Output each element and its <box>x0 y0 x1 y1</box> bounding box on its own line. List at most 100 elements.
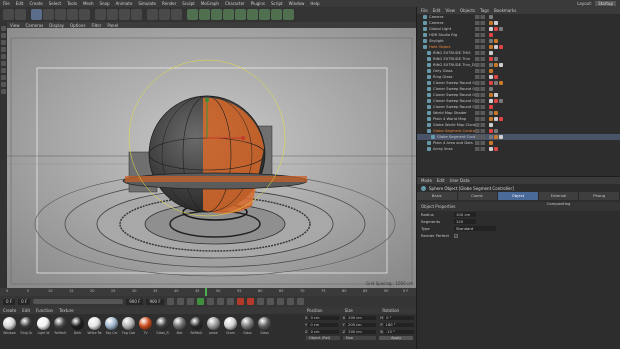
visibility-toggle[interactable] <box>475 21 485 25</box>
menu-file[interactable]: File <box>0 1 13 6</box>
size-z-field[interactable]: 200 cm <box>346 329 377 334</box>
position-z-field[interactable]: 0 cm <box>308 329 339 334</box>
scale-key-icon[interactable] <box>276 298 284 305</box>
menu-render[interactable]: Render <box>159 1 179 6</box>
material-swatch[interactable]: White Re <box>87 317 102 335</box>
menu-tools[interactable]: Tools <box>64 1 80 6</box>
coordinate-mode-dropdown[interactable]: Object (Rel) <box>306 336 340 340</box>
visibility-toggle[interactable] <box>475 69 485 73</box>
menu-create[interactable]: Create <box>26 1 45 6</box>
tag-icon[interactable] <box>494 93 498 97</box>
visibility-toggle[interactable] <box>475 105 485 109</box>
select-tool-icon[interactable] <box>31 9 42 20</box>
tag-icon[interactable] <box>499 117 503 121</box>
gizmo-x-handle[interactable] <box>241 136 245 140</box>
tag-icon[interactable] <box>494 99 498 103</box>
tag-icon[interactable] <box>489 27 493 31</box>
visibility-toggle[interactable] <box>475 141 485 145</box>
radius-field[interactable]: 100 cm <box>454 212 476 217</box>
material-swatch[interactable]: Reflecti <box>53 317 68 335</box>
rotate-tool-icon[interactable] <box>67 9 78 20</box>
rotation-b-field[interactable]: -13 ° <box>383 329 414 334</box>
apply-button[interactable]: Apply <box>379 336 414 340</box>
tag-icon[interactable] <box>494 129 498 133</box>
lock-workplane-icon[interactable] <box>1 89 6 94</box>
tag-icon[interactable] <box>489 63 493 67</box>
material-swatch[interactable]: Sky Cal <box>104 317 119 335</box>
render-perfect-checkbox[interactable]: ✓ <box>454 233 458 238</box>
size-mode-dropdown[interactable]: Size <box>342 336 377 340</box>
tag-icon[interactable] <box>489 147 493 151</box>
tag-icon[interactable] <box>494 21 498 25</box>
render-view-icon[interactable] <box>147 9 158 20</box>
tag-icon[interactable] <box>489 105 493 109</box>
material-swatch[interactable]: Glass <box>240 317 255 335</box>
material-menu-edit[interactable]: Edit <box>22 308 30 313</box>
attribute-menu-edit[interactable]: Edit <box>437 178 445 183</box>
size-y-field[interactable]: 200 cm <box>346 322 377 327</box>
objects-menu-edit[interactable]: Edit <box>433 8 441 13</box>
tab-coord[interactable]: Coord. <box>457 192 499 200</box>
viewport-menu-display[interactable]: Display <box>46 23 67 28</box>
visibility-toggle[interactable] <box>475 63 485 67</box>
material-swatch[interactable]: Mat <box>172 317 187 335</box>
position-x-field[interactable]: 0 cm <box>308 315 339 320</box>
tag-icon[interactable] <box>499 135 503 139</box>
tab-object[interactable]: Object <box>498 192 539 200</box>
objects-menu-view[interactable]: View <box>445 8 455 13</box>
material-swatch[interactable]: Light W <box>36 317 51 335</box>
material-swatch[interactable]: Fog Cab <box>121 317 136 335</box>
viewport-menu-view[interactable]: View <box>7 23 23 28</box>
material-menu-create[interactable]: Create <box>3 308 16 313</box>
tag-icon[interactable] <box>489 21 493 25</box>
visibility-toggle[interactable] <box>475 81 485 85</box>
mograph-cloner-icon[interactable] <box>235 9 246 20</box>
object-row[interactable]: Array lines <box>417 146 620 152</box>
frame-range-slider[interactable] <box>33 299 124 304</box>
viewport-menu-panel[interactable]: Panel <box>104 23 121 28</box>
next-frame-icon[interactable] <box>206 298 214 305</box>
parameter-key-icon[interactable] <box>296 298 304 305</box>
visibility-toggle[interactable] <box>475 33 485 37</box>
visibility-toggle[interactable] <box>475 99 485 103</box>
max-frame-field[interactable]: 900 F <box>146 298 164 305</box>
menu-mograph[interactable]: MoGraph <box>198 1 222 6</box>
previous-key-icon[interactable] <box>176 298 184 305</box>
array-icon[interactable] <box>223 9 234 20</box>
make-editable-icon[interactable] <box>1 26 6 31</box>
tag-icon[interactable] <box>489 87 493 91</box>
tag-icon[interactable] <box>494 147 498 151</box>
record-keys-icon[interactable] <box>236 298 244 305</box>
menu-select[interactable]: Select <box>46 1 64 6</box>
material-swatch[interactable]: Window <box>2 317 17 335</box>
snap-icon[interactable] <box>1 82 6 87</box>
menu-plugins[interactable]: Plugins <box>248 1 268 6</box>
tag-icon[interactable] <box>494 27 498 31</box>
visibility-toggle[interactable] <box>475 87 485 91</box>
menu-window[interactable]: Window <box>286 1 308 6</box>
keyframe-selection-icon[interactable] <box>256 298 264 305</box>
timeline-ruler[interactable]: 0 5 10 15 20 25 30 35 40 45 50 55 60 65 … <box>0 288 416 296</box>
tag-icon[interactable] <box>494 57 498 61</box>
tag-icon[interactable] <box>494 135 498 139</box>
tag-icon[interactable] <box>494 75 498 79</box>
material-swatch[interactable]: Dark <box>70 317 85 335</box>
gizmo-y-handle[interactable] <box>205 98 209 102</box>
render-settings-icon[interactable] <box>171 9 182 20</box>
floor-icon[interactable] <box>259 9 270 20</box>
tag-icon[interactable] <box>489 93 493 97</box>
material-swatch[interactable]: Glass_R <box>155 317 170 335</box>
tag-icon[interactable] <box>499 27 503 31</box>
undo-icon[interactable] <box>3 9 14 20</box>
material-swatch[interactable]: Glass <box>257 317 272 335</box>
tag-icon[interactable] <box>499 63 503 67</box>
pen-spline-icon[interactable] <box>199 9 210 20</box>
tag-icon[interactable] <box>494 111 498 115</box>
tag-icon[interactable] <box>489 15 493 19</box>
tag-icon[interactable] <box>489 75 493 79</box>
material-menu-texture[interactable]: Texture <box>59 308 74 313</box>
tag-icon[interactable] <box>489 45 493 49</box>
segments-field[interactable]: 120 <box>454 219 476 224</box>
material-swatch[interactable]: Gram <box>223 317 238 335</box>
menu-simulate[interactable]: Simulate <box>135 1 159 6</box>
